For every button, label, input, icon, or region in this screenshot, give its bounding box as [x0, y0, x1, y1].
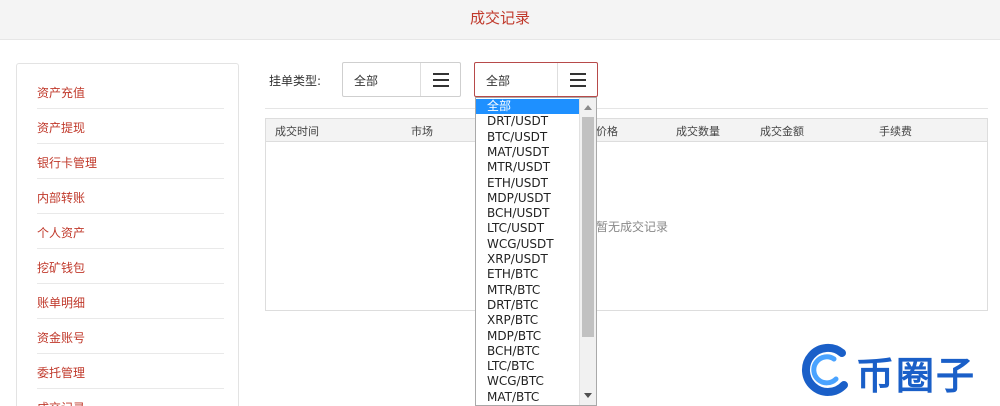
- dropdown-option[interactable]: MAT/BTC: [476, 390, 579, 405]
- scroll-thumb[interactable]: [582, 117, 594, 337]
- sidebar-item-deposit[interactable]: 资产充值: [37, 74, 224, 109]
- watermark-text: 币圈子: [856, 354, 977, 398]
- sidebar-item-bill-details[interactable]: 账单明细: [37, 284, 224, 319]
- sidebar-item-trade-records[interactable]: 成交记录: [37, 389, 224, 406]
- logo-icon: [801, 343, 848, 396]
- dropdown-option[interactable]: MAT/USDT: [476, 145, 579, 160]
- col-price: 价格: [596, 125, 618, 138]
- dropdown-option[interactable]: MDP/BTC: [476, 329, 579, 344]
- table-header: 成交时间 市场 价格 成交数量 成交金额 手续费: [266, 119, 987, 142]
- dropdown-option[interactable]: DRT/USDT: [476, 114, 579, 129]
- col-fee: 手续费: [879, 125, 912, 138]
- col-market: 市场: [411, 125, 433, 138]
- sidebar-item-fund-account[interactable]: 资金账号: [37, 319, 224, 354]
- dropdown-option[interactable]: LTC/BTC: [476, 359, 579, 374]
- dropdown-option[interactable]: XRP/BTC: [476, 313, 579, 328]
- col-trade-time: 成交时间: [275, 125, 319, 138]
- sidebar-item-order-management[interactable]: 委托管理: [37, 354, 224, 389]
- sidebar-item-bank-cards[interactable]: 银行卡管理: [37, 144, 224, 179]
- market-dropdown-list[interactable]: 全部 DRT/USDT BTC/USDT MAT/USDT MTR/USDT ETH/US…: [475, 97, 597, 406]
- dropdown-option[interactable]: XRP/USDT: [476, 252, 579, 267]
- dropdown-option[interactable]: MDP/USDT: [476, 191, 579, 206]
- menu-icon: [569, 72, 586, 87]
- chevron-up-icon: [584, 105, 592, 110]
- col-quantity: 成交数量: [676, 125, 720, 138]
- dropdown-option[interactable]: LTC/USDT: [476, 221, 579, 236]
- dropdown-option[interactable]: DRT/BTC: [476, 298, 579, 313]
- order-type-label: 挂单类型:: [269, 74, 322, 88]
- dropdown-scrollbar[interactable]: [579, 98, 596, 405]
- dropdown-option[interactable]: BCH/BTC: [476, 344, 579, 359]
- market-value: 全部: [486, 74, 511, 88]
- dropdown-option[interactable]: MTR/BTC: [476, 283, 579, 298]
- order-type-select[interactable]: 全部: [342, 62, 461, 97]
- dropdown-option[interactable]: MTR/USDT: [476, 160, 579, 175]
- dropdown-option[interactable]: ETH/USDT: [476, 176, 579, 191]
- sidebar-item-withdraw[interactable]: 资产提现: [37, 109, 224, 144]
- page-title: 成交记录: [469, 9, 530, 27]
- order-type-toggle[interactable]: [420, 63, 460, 96]
- scroll-down-button[interactable]: [580, 387, 596, 404]
- dropdown-option[interactable]: ETH/BTC: [476, 267, 579, 282]
- sidebar-item-mining-wallet[interactable]: 挖矿钱包: [37, 249, 224, 284]
- sidebar-item-internal-transfer[interactable]: 内部转账: [37, 179, 224, 214]
- dropdown-option[interactable]: 全部: [476, 99, 579, 114]
- menu-icon: [432, 72, 449, 87]
- divider: [265, 108, 988, 109]
- dropdown-option[interactable]: WCG/BTC: [476, 374, 579, 389]
- sidebar: 资产充值 资产提现 银行卡管理 内部转账 个人资产 挖矿钱包 账单明细 资金账号…: [16, 63, 239, 406]
- market-select[interactable]: 全部: [474, 62, 598, 97]
- top-bar: 成交记录: [0, 0, 1000, 40]
- dropdown-option[interactable]: WCG/USDT: [476, 237, 579, 252]
- market-toggle[interactable]: [557, 63, 597, 96]
- scroll-up-button[interactable]: [580, 99, 596, 116]
- order-type-value: 全部: [354, 74, 379, 88]
- trade-table: 成交时间 市场 价格 成交数量 成交金额 手续费 暂无成交记录: [265, 118, 988, 311]
- watermark-logo: 币圈子: [794, 339, 994, 401]
- empty-state-text: 暂无成交记录: [596, 220, 669, 234]
- chevron-down-icon: [584, 393, 592, 398]
- dropdown-option[interactable]: BTC/USDT: [476, 130, 579, 145]
- dropdown-option[interactable]: BCH/USDT: [476, 206, 579, 221]
- sidebar-item-personal-assets[interactable]: 个人资产: [37, 214, 224, 249]
- col-amount: 成交金额: [760, 125, 804, 138]
